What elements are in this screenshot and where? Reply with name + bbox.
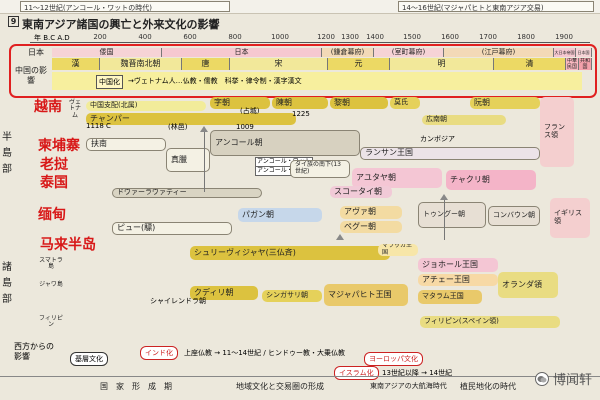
arrow-up-icon [336,234,344,240]
watermark: 博闻轩 [534,369,592,388]
band-tai-migration: タイ族の南下(13世紀) [290,160,350,178]
title-text: 東南アジア諸国の興亡と外来文化の影響 [22,18,220,31]
west-influence-label: 西方からの影響 [14,342,54,362]
annotation-vietnam: 越南 [34,99,62,115]
axis-tick: 1000 [271,33,289,41]
axis-tick: 1400 [366,33,384,41]
india-text: 上座仏教 → 11〜14世紀 / ヒンドゥー教・大乗仏教 [184,349,345,357]
region-peninsula-label: 半島部 [2,132,12,175]
footer-period-1: 国 家 形 成 期 [100,382,172,391]
footer-period-3: 東南アジアの大航海時代 [370,382,447,390]
band-chakri: チャクリ朝 [446,170,536,190]
axis-tick: 600 [183,33,197,41]
annotation-cambodia: 柬埔寨 [38,138,80,154]
row-label-vietnam: ヴェトナム [68,99,81,119]
row-label-philippines: フィリピン [39,315,63,329]
champa-linyi: (林邑) [168,123,188,131]
europe-box: ヨーロッパ文化 [364,352,423,366]
row-label-java: ジャワ島 [39,281,63,288]
band-le-dynasty: 黎朝 [330,97,388,109]
year-1118: 1118 C [86,122,111,130]
band-philippines: フィリピン(スペイン領) [420,316,560,328]
highlight-frame [9,44,597,98]
footer-divider [0,376,600,377]
band-vietnam-chinese-rule: 中国支配(北属) [86,101,206,111]
band-tran-dynasty: 陳朝 [272,97,328,109]
band-majapahit: マジャパヒト王国 [324,284,408,306]
band-champa: チャンパー [86,113,296,125]
axis-tick: 1200 [317,33,335,41]
band-dutch: オランダ領 [498,272,558,298]
annotation-laos: 老挝 [40,157,68,173]
annotation-thailand: 泰国 [40,175,68,191]
page-title: 9 東南アジア諸国の興亡と外来文化の影響 [8,16,220,32]
watermark-text: 博闻轩 [552,373,592,388]
axis-tick: 400 [138,33,152,41]
band-funan: 扶南 [86,138,166,151]
band-mataram: マタラム王国 [418,290,482,304]
axis-tick: 1300 [341,33,359,41]
footer-period-4: 植民地化の時代 [460,382,516,391]
band-singhasari: シンガサリ朝 [262,290,322,302]
cambodia-label: カンボジア [420,135,455,143]
top-strip-right-label: 14〜16世紀(マジャパヒトと東南アジア交易) [398,1,594,12]
islam-box: イスラム化 [334,366,379,380]
band-pagan: パガン朝 [238,208,322,222]
band-malacca: マラッカ王国 [378,244,418,256]
band-british: イギリス領 [550,198,590,238]
champa-zhancheng: (占城) [240,107,260,115]
axis-tick: 1700 [479,33,497,41]
annotation-myanmar: 缅甸 [38,207,66,223]
region-islands-label: 諸島部 [2,262,12,305]
band-ayutthaya: アユタヤ朝 [352,168,442,188]
band-srivijaya: シュリーヴィジャヤ(三仏斉) [190,246,390,260]
band-ava: アヴァ朝 [340,206,402,219]
axis-tick: 1600 [441,33,459,41]
band-johor: ジョホール王国 [418,258,498,272]
annotation-malay: 马来半岛 [40,237,96,253]
band-toungoo: トゥングー朝 [418,202,486,228]
band-angkor: アンコール朝 [210,130,360,156]
row-label-sumatra: スマトラ島 [39,257,63,271]
india-box: インド化 [140,346,178,360]
axis-tick: 1500 [403,33,421,41]
timeline-page: 11〜12世紀(アンコール・ワットの時代) 14〜16世紀(マジャパヒトと東南ア… [0,0,600,400]
base-culture-box: 基層文化 [70,352,108,366]
wechat-icon [534,371,549,386]
year-1225: 1225 [292,110,310,118]
axis-tick: 800 [228,33,242,41]
sailendra-label: シャイレンドラ朝 [150,297,206,305]
band-nguyen-dynasty: 阮朝 [470,97,540,109]
time-axis: 200 400 600 800 1000 1200 1300 1400 1500… [30,33,590,43]
axis-tick: 200 [93,33,107,41]
band-aceh: アチェー王国 [418,274,498,286]
band-konbaung: コンバウン朝 [488,206,540,226]
axis-tick: 1900 [555,33,573,41]
connector-line [204,132,205,192]
top-strip-left-label: 11〜12世紀(アンコール・ワットの時代) [20,1,230,12]
footer-period-2: 地域文化と交易圏の形成 [236,382,324,391]
band-mac: 莫氏 [390,97,420,109]
band-lanxang: ランサン王国 [360,147,540,160]
axis-tick: 1800 [517,33,535,41]
band-nguyen-lords: 広南朝 [422,115,506,125]
band-dvaravati: ドヴァーラヴァティー [112,188,262,198]
band-french: フランス領 [540,97,574,167]
band-pegu: ペグー朝 [340,221,402,233]
band-pyu: ピュー(驃) [112,222,232,235]
title-number: 9 [8,16,19,27]
top-strip: 11〜12世紀(アンコール・ワットの時代) 14〜16世紀(マジャパヒトと東南ア… [0,0,600,14]
connector-line [444,200,445,240]
band-sukhothai: スコータイ朝 [330,186,392,198]
